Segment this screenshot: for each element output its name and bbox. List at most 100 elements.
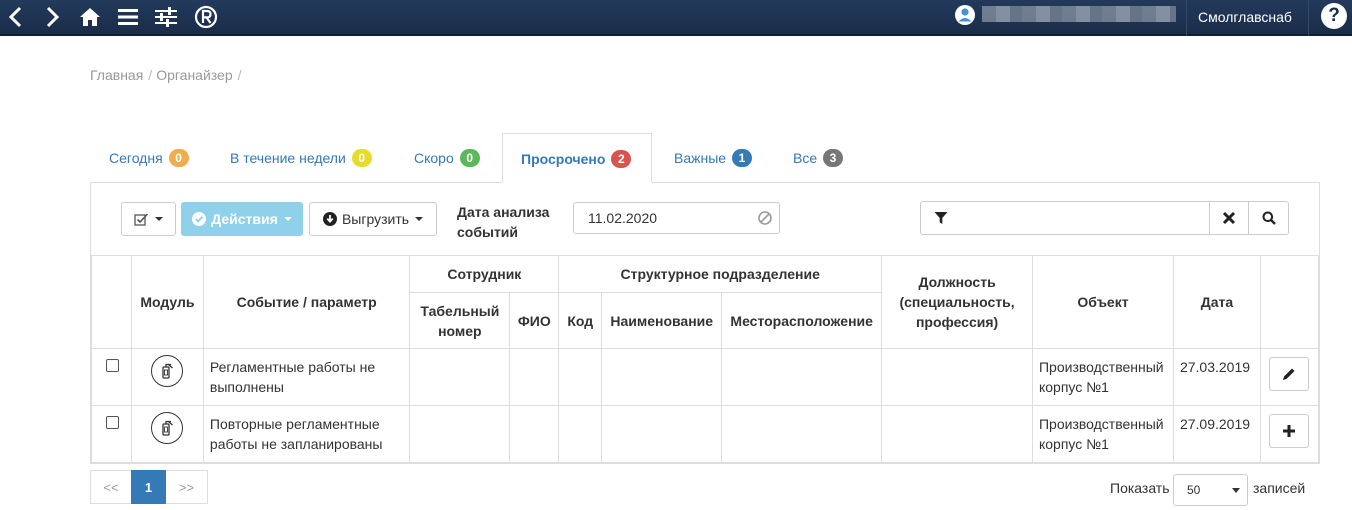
select-column-header	[91, 255, 132, 349]
location-cell	[721, 348, 883, 406]
action-cell	[1259, 405, 1320, 463]
search-button[interactable]	[1248, 201, 1289, 235]
add-button[interactable]	[1269, 414, 1310, 448]
analysis-date-label: Дата анализа событий	[457, 204, 550, 240]
tab-soon[interactable]: Скоро 0	[414, 133, 480, 183]
tab-number-cell	[409, 348, 511, 406]
events-panel: Действия Выгрузить Дата анализа событий …	[90, 182, 1320, 464]
settings-sliders-icon[interactable]	[152, 4, 180, 30]
select-all-dropdown[interactable]	[121, 202, 176, 236]
date-cell: 27.03.2019	[1172, 348, 1261, 406]
code-cell	[558, 348, 603, 406]
clear-date-icon[interactable]	[757, 210, 773, 226]
menu-icon[interactable]	[114, 4, 142, 30]
next-page-button[interactable]: >>	[165, 470, 208, 504]
separator	[1186, 0, 1187, 36]
actions-button[interactable]: Действия	[181, 202, 303, 236]
help-icon[interactable]: ?	[1321, 3, 1347, 29]
filter-icon	[934, 212, 947, 224]
breadcrumb-home[interactable]: Главная	[90, 67, 143, 83]
location-cell	[721, 405, 883, 463]
column-header-module[interactable]: Модуль	[130, 255, 204, 349]
tab-overdue[interactable]: Просрочено 2	[502, 133, 652, 183]
name-cell	[601, 348, 723, 406]
organization-name[interactable]: Смолглавснаб	[1198, 9, 1292, 25]
action-cell	[1259, 348, 1320, 406]
home-icon[interactable]	[76, 4, 104, 30]
breadcrumb: Главная / Органайзер /	[90, 67, 242, 83]
tab-number-cell	[409, 405, 511, 463]
table-row: Повторные регламентные работы не заплани…	[91, 405, 1320, 463]
search-icon	[1262, 211, 1276, 225]
count-badge: 2	[611, 150, 632, 168]
check-circle-icon	[192, 212, 207, 226]
forward-icon[interactable]	[38, 4, 66, 30]
caret-down-icon	[283, 217, 292, 221]
row-checkbox[interactable]	[106, 416, 119, 429]
count-badge: 3	[823, 149, 844, 167]
column-header-employee: Сотрудник	[409, 255, 560, 293]
tab-this-week[interactable]: В течение недели 0	[230, 133, 372, 183]
analysis-date-input[interactable]: 11.02.2020	[573, 202, 780, 234]
table-row: Регламентные работы не выполнены Произво…	[91, 348, 1320, 406]
column-header-division: Структурное подразделение	[558, 255, 883, 293]
count-badge: 0	[459, 149, 480, 167]
count-badge: 0	[351, 149, 372, 167]
fio-cell	[509, 348, 560, 406]
caret-down-icon	[155, 217, 163, 221]
row-checkbox-cell	[91, 405, 132, 463]
column-header-event[interactable]: Событие / параметр	[202, 255, 411, 349]
edit-button[interactable]	[1269, 357, 1310, 391]
column-header-date[interactable]: Дата	[1172, 255, 1261, 349]
export-button[interactable]: Выгрузить	[309, 202, 437, 236]
search-input[interactable]	[960, 201, 1210, 235]
tab-today[interactable]: Сегодня 0	[109, 133, 189, 183]
event-cell: Повторные регламентные работы не заплани…	[202, 405, 411, 463]
column-header-code[interactable]: Код	[558, 292, 603, 349]
module-cell	[130, 348, 204, 406]
column-header-position[interactable]: Должность (специальность, профессия)	[881, 255, 1033, 349]
fire-extinguisher-icon	[151, 412, 184, 444]
pagination: << 1 >>	[90, 470, 208, 504]
top-navigation-bar: Смолглавснаб ?	[0, 0, 1352, 36]
date-cell: 27.09.2019	[1172, 405, 1261, 463]
caret-down-icon	[415, 217, 424, 221]
code-cell	[558, 405, 603, 463]
page-1-button[interactable]: 1	[131, 470, 166, 504]
tabs: Сегодня 0 В течение недели 0 Скоро 0 Про…	[90, 133, 1320, 183]
column-header-location[interactable]: Месторасположение	[721, 292, 883, 349]
events-table: Модуль Событие / параметр Сотрудник Стру…	[91, 255, 1320, 463]
user-name-redacted[interactable]	[982, 6, 1176, 22]
user-avatar-icon[interactable]	[954, 4, 976, 26]
plus-icon	[1283, 425, 1296, 437]
clear-search-button[interactable]	[1209, 201, 1249, 235]
name-cell	[601, 405, 723, 463]
count-badge: 0	[168, 149, 189, 167]
column-header-fio[interactable]: ФИО	[509, 292, 560, 349]
tab-all[interactable]: Все 3	[793, 133, 844, 183]
breadcrumb-organizer[interactable]: Органайзер	[156, 67, 232, 83]
registered-icon[interactable]	[192, 4, 220, 30]
fire-extinguisher-icon	[151, 355, 184, 387]
checkbox-icon	[134, 212, 149, 226]
close-icon	[1222, 211, 1236, 225]
column-header-tab-number[interactable]: Табельный номер	[409, 292, 511, 349]
page-size-select[interactable]: 50	[1173, 474, 1248, 506]
records-label: записей	[1253, 480, 1306, 496]
row-checkbox[interactable]	[106, 359, 119, 372]
filter-button[interactable]	[920, 201, 961, 235]
column-header-object[interactable]: Объект	[1031, 255, 1174, 349]
tab-important[interactable]: Важные 1	[674, 133, 752, 183]
back-icon[interactable]	[2, 4, 30, 30]
chevron-down-icon	[1232, 488, 1240, 493]
position-cell	[881, 405, 1033, 463]
object-cell: Производственный корпус №1	[1031, 405, 1174, 463]
column-header-name[interactable]: Наименование	[601, 292, 723, 349]
event-cell: Регламентные работы не выполнены	[202, 348, 411, 406]
download-circle-icon	[322, 212, 337, 226]
first-page-button[interactable]: <<	[90, 470, 132, 504]
object-cell: Производственный корпус №1	[1031, 348, 1174, 406]
row-checkbox-cell	[91, 348, 132, 406]
separator	[1308, 0, 1309, 36]
show-label: Показать	[1110, 480, 1170, 496]
